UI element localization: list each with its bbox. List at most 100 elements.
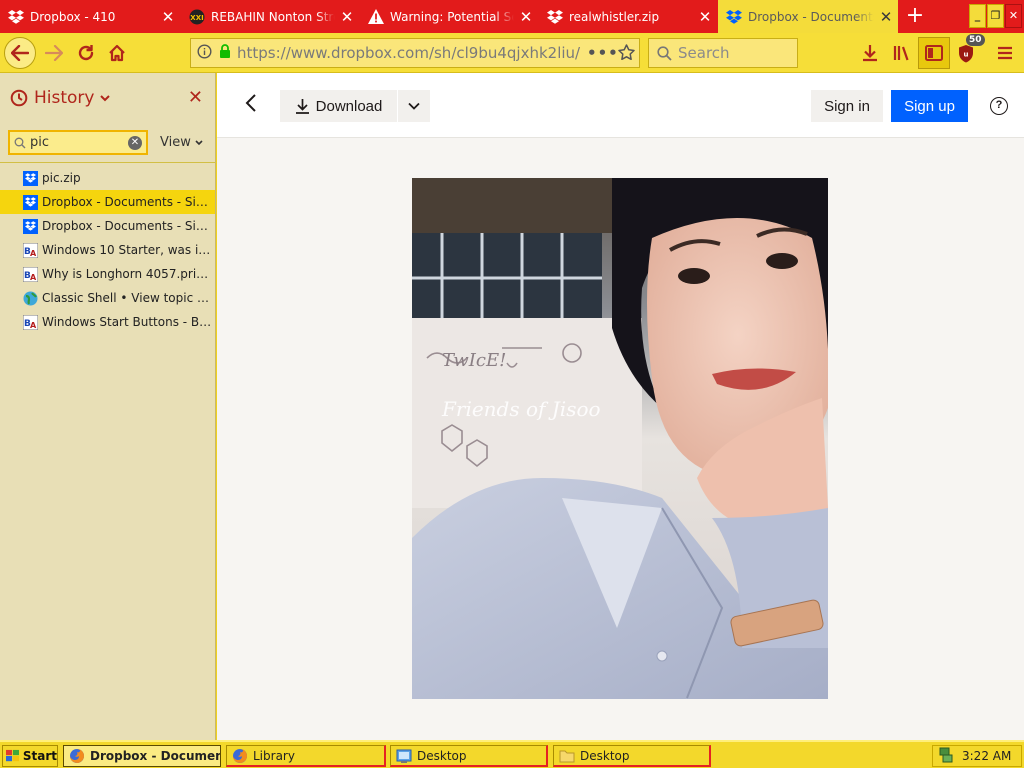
rebahin-logo-icon: XXI: [189, 9, 205, 25]
home-icon: [109, 44, 125, 62]
betaarchive-icon: BA: [23, 314, 38, 330]
clock[interactable]: 3:22 AM: [962, 749, 1011, 763]
extension-badge: 50: [966, 34, 985, 46]
page-actions-icon[interactable]: •••: [587, 44, 618, 62]
chevron-down-icon: [195, 140, 203, 146]
tab-close-icon[interactable]: ✕: [693, 8, 717, 26]
dropbox-header: Download Sign in Sign up ?: [217, 73, 1024, 138]
history-item[interactable]: BA Windows Start Buttons - BetaArchive: [0, 310, 215, 334]
history-item-label: Windows Start Buttons - BetaArchive: [42, 315, 212, 329]
betaarchive-icon: BA: [23, 242, 38, 258]
history-item[interactable]: BA Windows 10 Starter, was it a thing?: [0, 238, 215, 262]
dropbox-icon: [547, 9, 563, 25]
start-button[interactable]: Start: [2, 745, 58, 767]
clear-search-icon[interactable]: ✕: [128, 135, 142, 150]
library-icon: [893, 46, 909, 61]
history-item-label: Why is Longhorn 4057.private...: [42, 267, 212, 281]
menu-button[interactable]: [989, 37, 1021, 69]
warning-icon: [368, 9, 384, 25]
history-item[interactable]: pic.zip: [0, 166, 215, 190]
history-item-label: Dropbox - Documents - Simplify your life: [42, 195, 212, 209]
home-button[interactable]: [101, 37, 133, 69]
history-search-input[interactable]: pic ✕: [8, 130, 148, 155]
history-item[interactable]: Dropbox - Documents - Simplify your life: [0, 190, 215, 214]
taskbar-button-label: Library: [253, 748, 295, 763]
tab-dropbox-410[interactable]: Dropbox - 410 ✕: [0, 0, 180, 33]
windows-logo-icon: [6, 749, 19, 762]
tab-warning[interactable]: Warning: Potential Security Risk ✕: [360, 0, 538, 33]
page-info-icon[interactable]: [191, 44, 217, 62]
history-item-label: pic.zip: [42, 171, 81, 185]
reload-button[interactable]: [70, 37, 102, 69]
svg-text:XXI: XXI: [190, 14, 203, 22]
tab-rebahin[interactable]: XXI REBAHIN Nonton Streaming ✕: [181, 0, 359, 33]
history-search-value[interactable]: pic: [30, 135, 128, 150]
restore-button[interactable]: ❐: [987, 4, 1004, 28]
close-window-button[interactable]: ✕: [1005, 4, 1022, 28]
svg-text:u: u: [964, 50, 969, 58]
url-bar[interactable]: https://www.dropbox.com/sh/cl9bu4qjxhk2l…: [190, 38, 640, 68]
sidebar-icon: [925, 45, 943, 61]
library-button[interactable]: [886, 37, 918, 69]
back-button[interactable]: [4, 37, 36, 69]
download-icon: [295, 99, 309, 114]
view-menu-button[interactable]: View: [160, 135, 203, 150]
download-options-button[interactable]: [398, 90, 430, 122]
tab-dropbox-documents[interactable]: Dropbox - Documents ✕: [718, 0, 898, 33]
help-icon[interactable]: ?: [990, 97, 1008, 115]
navigation-toolbar: https://www.dropbox.com/sh/cl9bu4qjxhk2l…: [0, 33, 1024, 73]
minimize-button[interactable]: _: [969, 4, 986, 28]
search-icon: [657, 45, 672, 61]
sidebar-close-icon[interactable]: ✕: [188, 87, 203, 108]
chevron-down-icon[interactable]: [100, 92, 111, 105]
tab-label: REBAHIN Nonton Streaming: [211, 9, 335, 24]
sign-up-button[interactable]: Sign up: [891, 90, 968, 122]
taskbar-button-library[interactable]: Library: [226, 745, 386, 767]
taskbar-button-label: Desktop: [580, 748, 630, 763]
new-tab-button[interactable]: +: [898, 0, 932, 33]
sign-in-button[interactable]: Sign in: [811, 90, 883, 122]
search-bar[interactable]: Search: [648, 38, 798, 68]
back-chevron-icon[interactable]: [239, 91, 263, 119]
taskbar-button-dropbox[interactable]: Dropbox - Documen...: [63, 745, 221, 767]
back-arrow-icon: [11, 45, 29, 61]
download-button[interactable]: Download: [280, 90, 397, 122]
taskbar-button-label: Desktop: [417, 748, 467, 763]
image-preview[interactable]: TwIcE! Friends of Jisoo: [412, 178, 828, 699]
taskbar-button-desktop-2[interactable]: Desktop: [553, 745, 711, 767]
tab-close-icon[interactable]: ✕: [514, 8, 538, 26]
tab-close-icon[interactable]: ✕: [335, 8, 359, 26]
history-item[interactable]: Classic Shell • View topic - [...]: [0, 286, 215, 310]
history-item[interactable]: BA Why is Longhorn 4057.private...: [0, 262, 215, 286]
sidebar-toggle-button[interactable]: [918, 37, 950, 69]
clock-icon: [10, 89, 28, 107]
ublock-shield-icon: u: [959, 44, 973, 62]
tab-close-icon[interactable]: ✕: [874, 8, 898, 26]
svg-text:A: A: [30, 249, 37, 258]
search-placeholder: Search: [678, 44, 730, 62]
history-list: pic.zip Dropbox - Documents - Simplify y…: [0, 163, 215, 334]
sidebar-title[interactable]: History: [34, 88, 94, 108]
lock-icon[interactable]: [217, 44, 233, 62]
dropbox-icon: [8, 9, 24, 25]
svg-text:TwIcE!: TwIcE!: [442, 350, 506, 371]
svg-text:A: A: [30, 321, 37, 330]
tab-close-icon[interactable]: ✕: [156, 8, 180, 26]
firefox-icon: [232, 748, 248, 764]
tab-realwhistler[interactable]: realwhistler.zip ✕: [539, 0, 717, 33]
url-text[interactable]: https://www.dropbox.com/sh/cl9bu4qjxhk2l…: [233, 44, 587, 62]
taskbar-button-label: Dropbox - Documen...: [90, 749, 220, 763]
history-item-label: Windows 10 Starter, was it a thing?: [42, 243, 212, 257]
forward-button[interactable]: [38, 37, 70, 69]
taskbar-button-desktop-1[interactable]: Desktop: [390, 745, 548, 767]
extension-ublock-button[interactable]: u 50: [950, 34, 985, 69]
history-item[interactable]: Dropbox - Documents - Simplify your life: [0, 214, 215, 238]
downloads-button[interactable]: [854, 37, 886, 69]
download-label: Download: [315, 97, 383, 115]
bookmark-star-icon[interactable]: [613, 43, 639, 63]
download-arrow-icon: [863, 45, 877, 62]
network-icon[interactable]: [938, 747, 954, 766]
search-icon: [14, 137, 26, 148]
dropbox-icon: [726, 9, 742, 25]
sidebar-header[interactable]: History ✕: [0, 73, 215, 123]
